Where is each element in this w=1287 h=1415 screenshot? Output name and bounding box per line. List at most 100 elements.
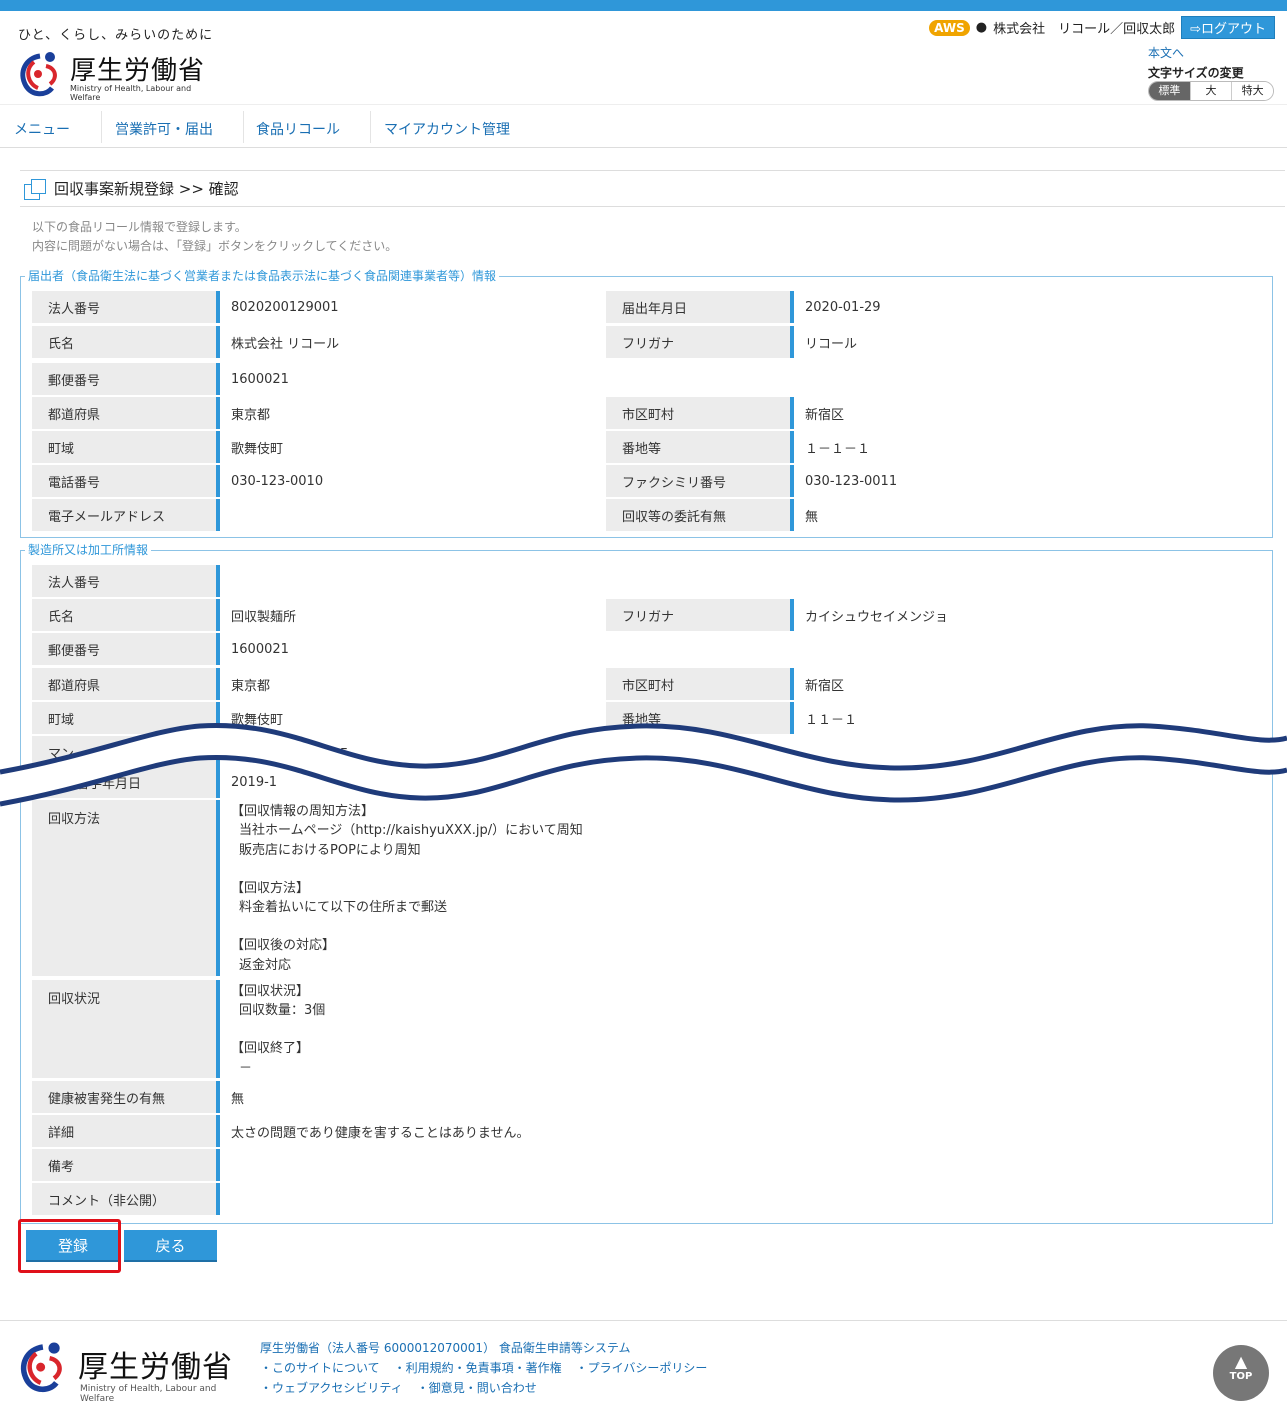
field-value: 030-123-0010 <box>231 473 324 489</box>
logout-label: ログアウト <box>1200 22 1266 37</box>
field-label: 氏名 <box>32 326 220 358</box>
register-button-highlight <box>18 1219 121 1273</box>
nav-food-recall[interactable]: 食品リコール <box>256 119 340 139</box>
field-label: 郵便番号 <box>32 363 220 395</box>
field-label: 回収状況 <box>32 980 220 1078</box>
recall-method-value: 【回収情報の周知方法】 当社ホームページ（http://kaishyuXXX.j… <box>231 800 583 976</box>
intro-line: 以下の食品リコール情報で登録します。 <box>32 220 247 234</box>
footer-org: 厚生労働省（法人番号 6000012070001） 食品衛生申請等システム <box>260 1341 631 1355</box>
textsize-standard-button[interactable]: 標準 <box>1149 82 1190 100</box>
back-to-top-label: TOP <box>1229 1371 1253 1382</box>
field-label: 健康被害発生の有無 <box>32 1081 220 1113</box>
field-label: 町域 <box>32 431 220 463</box>
back-button[interactable]: 戻る <box>124 1230 217 1262</box>
heading-rule <box>20 170 1285 171</box>
field-value: 無 <box>805 509 819 525</box>
text-line: 料金着払いにて以下の住所まで郵送 <box>239 900 448 916</box>
field-label: 回収等の委託有無 <box>606 499 794 531</box>
textsize-panel: 本文へ 文字サイズの変更 <box>1148 44 1244 81</box>
field-value: 東京都 <box>231 678 271 694</box>
field-value: 新宿区 <box>805 678 845 694</box>
section-legend: 製造所又は加工所情報 <box>25 542 152 558</box>
field-value: 株式会社 リコール <box>231 336 340 352</box>
field-label: 電子メールアドレス <box>32 499 220 531</box>
footer-link-terms[interactable]: ・利用規約・免責事項・著作権 <box>394 1358 562 1378</box>
recall-status-value: 【回収状況】 回収数量：3個 【回収終了】 － <box>231 980 325 1078</box>
logout-button[interactable]: ⇨ログアウト <box>1181 16 1275 39</box>
footer-link-contact[interactable]: ・御意見・問い合わせ <box>417 1378 537 1398</box>
section-legend: 届出者（食品衛生法に基づく営業者または食品表示法に基づく食品関連事業者等）情報 <box>25 268 500 284</box>
heading-rule <box>20 206 1285 207</box>
user-bar: AWS ● 株式会社 リコール／回収太郎 ⇨ログアウト <box>929 16 1275 39</box>
mhlw-logo-mark-icon <box>20 1342 62 1393</box>
text-line: 当社ホームページ（http://kaishyuXXX.jp/）において周知 <box>239 823 583 839</box>
logo-subtitle: Ministry of Health, Labour and Welfare <box>80 1384 217 1404</box>
field-value: 新宿区 <box>805 407 845 423</box>
field-label: 電話番号 <box>32 465 220 497</box>
field-value: カイシュウセイメンジョ <box>805 609 949 625</box>
field-value: 2020-01-29 <box>805 299 881 315</box>
field-label: 回収方法 <box>32 800 220 976</box>
arrow-up-icon: ▲ <box>1234 1352 1248 1371</box>
text-line: 【回収状況】 <box>231 984 310 999</box>
textsize-label: 文字サイズの変更 <box>1148 66 1244 80</box>
logout-icon: ⇨ <box>1190 22 1201 37</box>
text-line: － <box>239 1060 253 1076</box>
intro-line: 内容に問題がない場合は、「登録」ボタンをクリックしてください。 <box>32 239 398 253</box>
footer-link-row: ・このサイトについて ・利用規約・免責事項・著作権 ・プライバシーポリシー <box>260 1358 707 1378</box>
logo-text: 厚生労働省 <box>70 56 206 86</box>
text-line: 販売店におけるPOPにより周知 <box>239 842 421 858</box>
field-label: 都道府県 <box>32 668 220 700</box>
text-line: 【回収後の対応】 <box>231 938 336 954</box>
nav-business-permit[interactable]: 営業許可・届出 <box>115 119 213 139</box>
user-name: 株式会社 リコール／回収太郎 <box>993 22 1176 37</box>
mhlw-logo-mark-icon <box>20 52 57 97</box>
page-title-text: 回収事案新規登録 >> 確認 <box>54 180 239 198</box>
nav-menu[interactable]: メニュー <box>14 119 70 139</box>
nav-divider <box>101 111 102 143</box>
field-label: ファクシミリ番号 <box>606 465 794 497</box>
field-label: フリガナ <box>606 326 794 358</box>
textsize-large-button[interactable]: 大 <box>1189 82 1232 100</box>
text-line: 返金対応 <box>239 957 292 973</box>
field-value: 1600021 <box>231 641 289 657</box>
field-value: 1600021 <box>231 371 289 387</box>
field-value: リコール <box>805 336 858 352</box>
logo-text: 厚生労働省 <box>78 1350 233 1385</box>
text-line: 【回収方法】 <box>231 880 310 896</box>
field-label: 市区町村 <box>606 668 794 700</box>
footer-rule <box>0 1320 1287 1321</box>
footer-link-row: ・ウェブアクセシビリティ ・御意見・問い合わせ <box>260 1378 707 1398</box>
field-label: 郵便番号 <box>32 633 220 665</box>
footer-link-about[interactable]: ・このサイトについて <box>260 1358 380 1378</box>
tagline: ひと、くらし、みらいのために <box>18 28 214 43</box>
field-value: 回収製麺所 <box>231 609 297 625</box>
mhlw-logo[interactable]: 厚生労働省 Ministry of Health, Labour and Wel… <box>16 48 216 102</box>
field-label: 法人番号 <box>32 291 220 323</box>
nav-my-account[interactable]: マイアカウント管理 <box>384 119 510 139</box>
page-title: 回収事案新規登録 >> 確認 <box>24 178 239 200</box>
field-value: 東京都 <box>231 407 271 423</box>
footer-links: 厚生労働省（法人番号 6000012070001） 食品衛生申請等システム ・こ… <box>260 1338 707 1398</box>
footer-link-privacy[interactable]: ・プライバシーポリシー <box>576 1358 708 1378</box>
field-value: 030-123-0011 <box>805 473 898 489</box>
field-value: 歌舞伎町 <box>231 441 284 457</box>
top-accent-bar <box>0 0 1287 11</box>
field-label: コメント（非公開） <box>32 1183 220 1215</box>
field-value: 無 <box>231 1091 245 1107</box>
user-icon: ● <box>975 20 988 35</box>
field-label: 市区町村 <box>606 397 794 429</box>
field-label: 詳細 <box>32 1115 220 1147</box>
notifier-info-section: 届出者（食品衛生法に基づく営業者または食品表示法に基づく食品関連事業者等）情報 … <box>20 268 1273 538</box>
textsize-switcher: 標準 大 特大 <box>1148 81 1274 101</box>
footer-link-accessibility[interactable]: ・ウェブアクセシビリティ <box>260 1378 403 1398</box>
back-to-top-button[interactable]: ▲ TOP <box>1213 1345 1269 1401</box>
field-label: 氏名 <box>32 599 220 631</box>
nav-divider <box>243 111 244 143</box>
field-value: 太さの問題であり健康を害することはありません。 <box>231 1125 530 1141</box>
intro-text: 以下の食品リコール情報で登録します。 内容に問題がない場合は、「登録」ボタンをク… <box>32 218 397 256</box>
skip-to-content-link[interactable]: 本文へ <box>1148 44 1244 61</box>
textsize-xlarge-button[interactable]: 特大 <box>1231 82 1273 100</box>
field-label: フリガナ <box>606 599 794 631</box>
footer-logo[interactable]: 厚生労働省 Ministry of Health, Labour and Wel… <box>16 1338 246 1404</box>
